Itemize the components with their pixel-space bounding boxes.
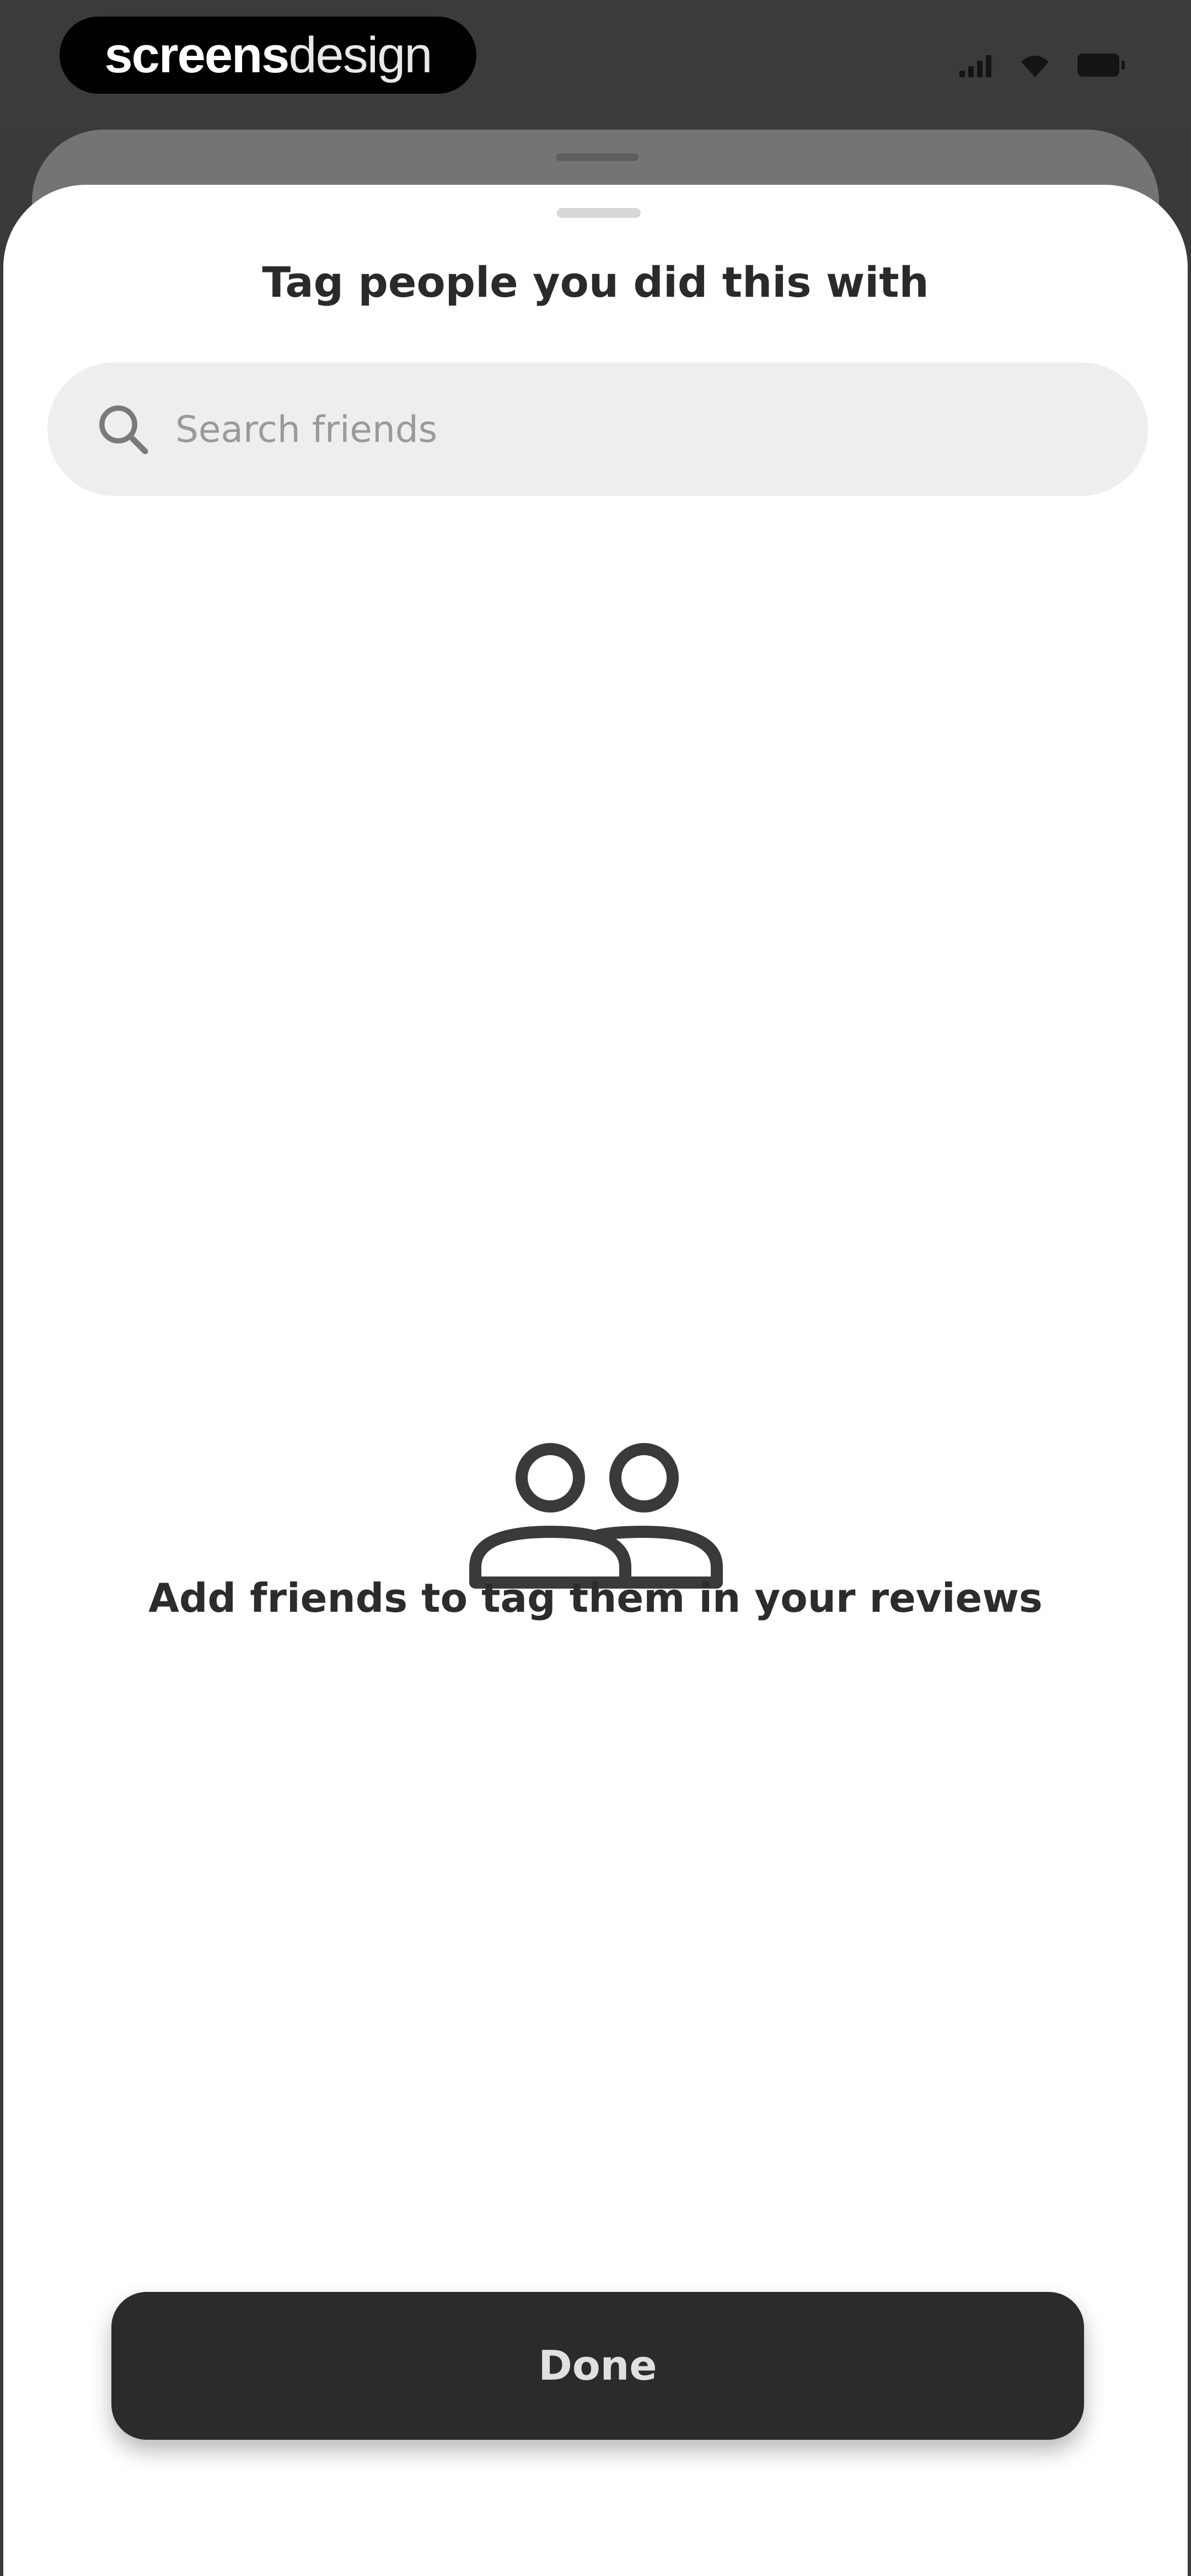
- search-icon: [99, 405, 148, 455]
- battery-icon: [1077, 54, 1125, 77]
- sheet-drag-handle[interactable]: [557, 208, 641, 218]
- empty-state-message: Add friends to tag them in your reviews: [148, 1575, 1043, 1621]
- screensdesign-logo: screens design: [60, 17, 476, 94]
- status-icons: [959, 53, 1125, 77]
- logo-text-strong: screens: [104, 26, 290, 83]
- done-button[interactable]: Done: [111, 2292, 1084, 2440]
- background-sheet-handle: [556, 153, 639, 161]
- tag-people-sheet: Tag people you did this with Add friends…: [3, 185, 1188, 2576]
- sheet-title: Tag people you did this with: [262, 258, 929, 307]
- signal-icon: [959, 53, 993, 77]
- status-bar: screens design: [0, 0, 1191, 127]
- search-bar[interactable]: [47, 362, 1148, 496]
- search-friends-input[interactable]: [174, 396, 1059, 463]
- wifi-icon: [1021, 56, 1049, 77]
- logo-text-light: design: [288, 26, 432, 83]
